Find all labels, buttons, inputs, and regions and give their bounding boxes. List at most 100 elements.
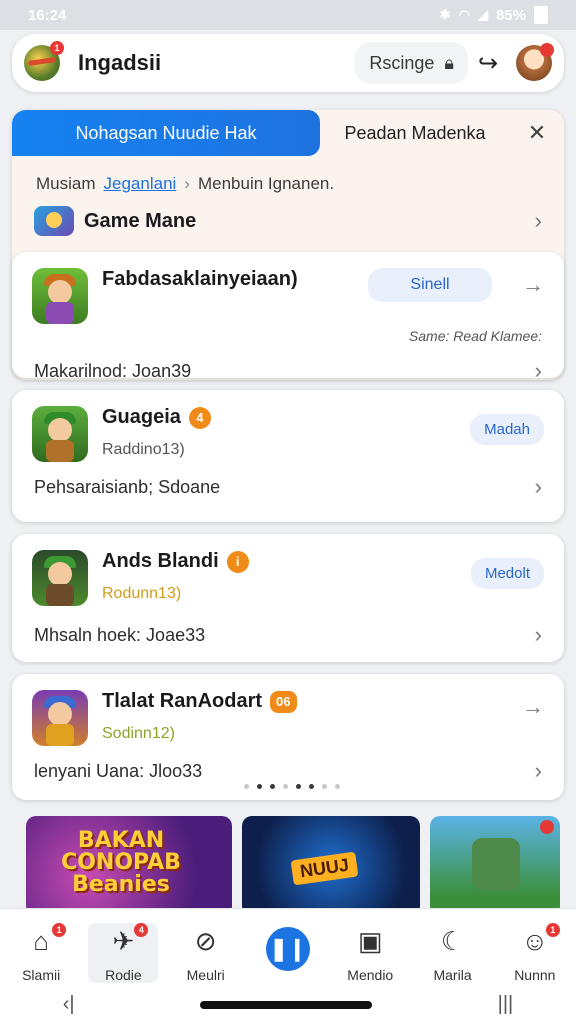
recents-icon[interactable]: ||| (498, 993, 514, 1016)
card-title: Guageia (102, 406, 181, 428)
card-footer[interactable]: Makarilnod: Joan39 › (12, 358, 564, 384)
body-shape (46, 724, 74, 746)
card-meta: Fabdasaklainyeiaan) (102, 268, 368, 291)
game-row-label: Game Mane (84, 209, 197, 232)
card-badge: 06 (270, 690, 297, 713)
list-card[interactable]: Ands Blandi i Rodunn13) Medolt Mhsaln ho… (12, 534, 564, 662)
promo-thumbnail[interactable]: BAKAN CONOPAB Beanies (26, 816, 232, 916)
nav-item-search[interactable]: ⊘ Meulri (171, 923, 241, 984)
inbox-icon: ▣ (357, 925, 383, 956)
nav-item-home[interactable]: ⌂ 1 Slamii (6, 923, 76, 983)
body-shape (46, 440, 74, 462)
close-icon[interactable]: ✕ (510, 120, 564, 146)
card-note: Same: Read Klamee: (408, 328, 542, 344)
chevron-right-icon: › (534, 208, 542, 233)
card-meta: Ands Blandi i Rodunn13) (102, 550, 471, 603)
card-subtitle: Rodunn13) (102, 585, 182, 602)
avatar-badge (540, 43, 554, 57)
promo-badge (540, 820, 554, 834)
card-badge: i (226, 550, 249, 573)
promo-thumbnail[interactable] (430, 816, 560, 916)
home-bar[interactable] (200, 1000, 373, 1009)
chevron-right-icon: › (534, 358, 542, 383)
card-title: Ands Blandi (102, 550, 219, 572)
clock: 16:24 (28, 6, 67, 24)
card-header: Guageia 4 Raddino13) Madah (12, 390, 564, 462)
page-dot[interactable] (270, 784, 275, 789)
chevron-right-icon: › (184, 174, 190, 193)
nav-item-center[interactable]: ❚❙ (253, 923, 323, 983)
nav-label: Rodie (105, 967, 142, 983)
moon-icon: ☾ (440, 925, 465, 956)
breadcrumb-item-active[interactable]: Jeganlani (104, 174, 177, 194)
share-icon[interactable]: ↪ (468, 43, 508, 83)
top-app-bar: 1 Ingadsii Rscinge 🔒︎ ↪ (12, 34, 564, 92)
card-subtitle: Sodinn12) (102, 725, 175, 742)
bluetooth-icon: ✱ (439, 7, 451, 22)
logo-badge: 1 (50, 41, 64, 55)
nav-badge: 1 (545, 923, 560, 937)
nav-label: Marila (433, 967, 472, 983)
card-footer[interactable]: Mhsaln hoek: Joae33 › (12, 622, 564, 648)
card-footer-text: lenyani Uana: Jloo33 (34, 760, 203, 781)
page-dot[interactable] (244, 784, 249, 789)
nav-item-moon[interactable]: ☾ Marila (418, 923, 488, 984)
promo-thumbnail[interactable]: NUUJ (242, 816, 420, 916)
card-footer[interactable]: lenyani Uana: Jloo33 › (12, 758, 564, 784)
avatar[interactable] (516, 43, 554, 81)
signal-icon: ◢ (477, 7, 488, 22)
nav-item-launch[interactable]: ✈ 4 Rodie (88, 923, 159, 983)
app-icon (32, 268, 88, 324)
card-action-button[interactable]: Sinell (368, 268, 492, 302)
card-header: Tlalat RanAodart 06 Sodinn12) → (12, 674, 564, 746)
page-dot[interactable] (322, 784, 327, 789)
list-card[interactable]: Guageia 4 Raddino13) Madah Pehsaraisianb… (12, 390, 564, 522)
nav-label: Slamii (22, 967, 61, 983)
face-shape (48, 562, 72, 586)
page-dot-active[interactable] (296, 784, 301, 789)
arrow-right-icon[interactable]: → (522, 694, 544, 720)
lock-icon: 🔒︎ (444, 52, 454, 73)
app-logo-icon[interactable]: 1 (24, 41, 64, 81)
breadcrumb-item[interactable]: Menbuin Ignanen. (198, 174, 334, 194)
page-dot[interactable] (257, 784, 262, 789)
game-manager-row[interactable]: Game Mane › (12, 194, 564, 236)
list-card[interactable]: Fabdasaklainyeiaan) Sinell → Same: Read … (12, 252, 564, 383)
card-title: Tlalat RanAodart (102, 690, 263, 712)
card-header: Ands Blandi i Rodunn13) Medolt (12, 534, 564, 606)
arrow-right-icon[interactable]: → (522, 272, 544, 298)
body-shape (46, 302, 74, 324)
robot-icon (472, 838, 520, 890)
card-subtitle: Raddino13) (102, 441, 185, 458)
nav-item-profile[interactable]: ☺ 1 Nunnn (500, 923, 570, 983)
card-title: Fabdasaklainyeiaan) (102, 268, 298, 290)
bottom-navigation: ⌂ 1 Slamii ✈ 4 Rodie ⊘ Meulri ❚❙ ▣ Mendi… (0, 908, 576, 1024)
face-shape (48, 280, 72, 304)
back-icon[interactable]: ‹| (63, 993, 75, 1016)
card-meta: Tlalat RanAodart 06 Sodinn12) (102, 690, 522, 743)
wifi-icon: ◠ (458, 7, 470, 22)
search-field[interactable]: Rscinge 🔒︎ (355, 42, 468, 84)
nav-badge: 1 (52, 923, 67, 937)
page-dot[interactable] (283, 784, 288, 789)
banner-tab-primary[interactable]: Nohagsan Nuudie Hak (12, 110, 320, 156)
page-dot[interactable] (335, 784, 340, 789)
list-card[interactable]: Tlalat RanAodart 06 Sodinn12) → lenyani … (12, 674, 564, 800)
card-action-button[interactable]: Madah (470, 414, 544, 445)
status-bar: 16:24 ✱ ◠ ◢ 85% (0, 0, 576, 30)
card-header: Fabdasaklainyeiaan) Sinell → (12, 252, 564, 324)
promo-title: NUUJ (290, 851, 359, 886)
breadcrumb: Musiam Jeganlani › Menbuin Ignanen. (12, 156, 564, 194)
banner-tab-secondary[interactable]: Peadan Madenka (320, 123, 510, 144)
page-dot[interactable] (309, 784, 314, 789)
face-shape (48, 702, 72, 726)
search-icon: ⊘ (194, 925, 217, 956)
game-controller-icon (34, 206, 74, 236)
breadcrumb-item[interactable]: Musiam (36, 174, 96, 194)
card-footer-text: Pehsaraisianb; Sdoane (34, 476, 221, 497)
card-footer-text: Makarilnod: Joan39 (34, 360, 192, 381)
card-action-button[interactable]: Medolt (470, 558, 544, 589)
card-footer[interactable]: Pehsaraisianb; Sdoane › (12, 474, 564, 500)
app-icon (32, 690, 88, 746)
nav-item-inbox[interactable]: ▣ Mendio (335, 923, 405, 984)
